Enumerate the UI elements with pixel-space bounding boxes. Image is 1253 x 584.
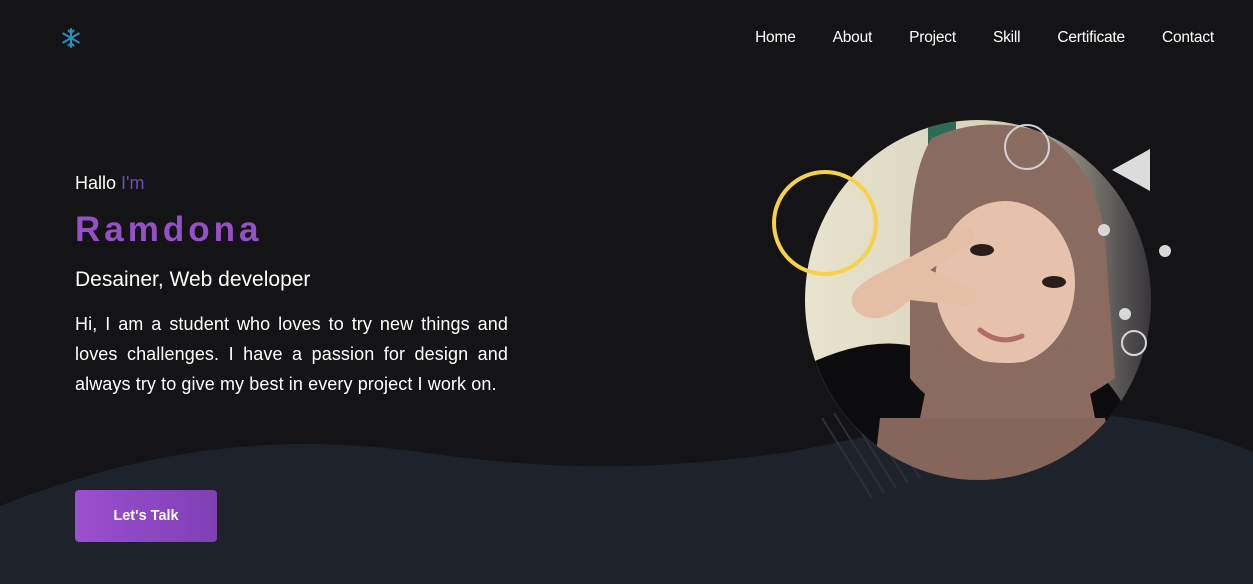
greeting: Hallo I'm [75,173,508,194]
nav-about[interactable]: About [833,29,873,47]
hero-section: Hallo I'm Ramdona Desainer, Web develope… [75,173,508,399]
main-nav: Home About Project Skill Certificate Con… [755,29,1214,47]
hero-description: Hi, I am a student who loves to try new … [75,314,508,394]
greeting-highlight: I'm [121,173,145,193]
profile-photo [805,120,1151,480]
decor-dot-3 [1119,308,1131,320]
decor-dot-1 [1098,224,1110,236]
decor-dot-2 [1159,245,1171,257]
nav-certificate[interactable]: Certificate [1057,29,1125,47]
nav-project[interactable]: Project [909,29,956,47]
hero-name: Ramdona [75,210,263,249]
hero-role: Desainer, Web developer [75,268,311,291]
nav-home[interactable]: Home [755,29,796,47]
nav-contact[interactable]: Contact [1162,29,1214,47]
greeting-text: Hallo [75,173,117,193]
snowflake-icon[interactable] [60,27,82,49]
nav-skill[interactable]: Skill [993,29,1021,47]
profile-artwork [772,120,1171,499]
lets-talk-button[interactable]: Let's Talk [75,490,217,542]
decor-triangle [1112,149,1150,191]
